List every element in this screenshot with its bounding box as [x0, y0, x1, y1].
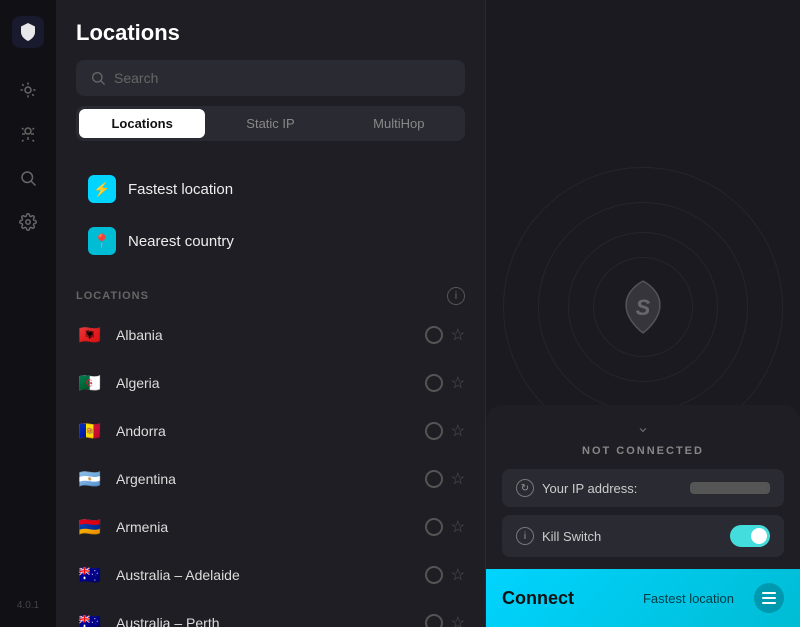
bolt-icon: ⚡: [88, 175, 116, 203]
row-actions: ☆: [425, 421, 465, 441]
favorite-star[interactable]: ☆: [451, 421, 465, 441]
right-panel: S ⌄ NOT CONNECTED ↻ Your IP address: i K…: [486, 0, 800, 627]
panel-header: Locations Locations Static IP MultiHop: [56, 0, 485, 153]
select-radio[interactable]: [425, 422, 443, 440]
favorite-star[interactable]: ☆: [451, 565, 465, 585]
country-row[interactable]: 🇦🇲 Armenia ☆: [64, 503, 477, 551]
favorite-star[interactable]: ☆: [451, 517, 465, 537]
country-name: Argentina: [116, 471, 413, 487]
country-name: Algeria: [116, 375, 413, 391]
select-radio[interactable]: [425, 374, 443, 392]
pin-icon: 📍: [88, 227, 116, 255]
country-row[interactable]: 🇦🇷 Argentina ☆: [64, 455, 477, 503]
country-flag: 🇦🇩: [76, 417, 104, 445]
kill-switch-left: i Kill Switch: [516, 527, 601, 545]
nearest-country-label: Nearest country: [128, 233, 234, 250]
row-actions: ☆: [425, 613, 465, 627]
info-icon[interactable]: i: [447, 287, 465, 305]
vpn-logo: S: [608, 272, 678, 342]
country-flag: 🇦🇺: [76, 609, 104, 627]
kill-switch-row: i Kill Switch: [502, 515, 784, 557]
row-actions: ☆: [425, 373, 465, 393]
connection-status: NOT CONNECTED: [486, 445, 800, 469]
row-actions: ☆: [425, 565, 465, 585]
menu-line-3: [762, 602, 776, 604]
section-label: LOCATIONS: [76, 290, 149, 302]
country-name: Armenia: [116, 519, 413, 535]
fastest-location-option[interactable]: ⚡ Fastest location: [76, 165, 465, 213]
country-flag: 🇦🇺: [76, 561, 104, 589]
row-actions: ☆: [425, 517, 465, 537]
country-flag: 🇦🇲: [76, 513, 104, 541]
select-radio[interactable]: [425, 470, 443, 488]
select-radio[interactable]: [425, 518, 443, 536]
connect-location-label: Fastest location: [643, 591, 734, 606]
ip-label: Your IP address:: [542, 481, 637, 496]
section-header: LOCATIONS i: [56, 277, 485, 311]
brightness-icon[interactable]: [10, 72, 46, 108]
ip-value-blurred: [690, 482, 770, 494]
favorite-star[interactable]: ☆: [451, 325, 465, 345]
tab-multihop[interactable]: MultiHop: [336, 109, 462, 138]
kill-switch-label: Kill Switch: [542, 529, 601, 544]
tab-bar: Locations Static IP MultiHop: [76, 106, 465, 141]
country-row[interactable]: 🇦🇺 Australia – Perth ☆: [64, 599, 477, 627]
search-bar[interactable]: [76, 60, 465, 96]
country-row[interactable]: 🇦🇩 Andorra ☆: [64, 407, 477, 455]
ip-info-left: ↻ Your IP address:: [516, 479, 637, 497]
bottom-panel: ⌄ NOT CONNECTED ↻ Your IP address: i Kil…: [486, 405, 800, 627]
country-flag: 🇦🇷: [76, 465, 104, 493]
ip-address-row: ↻ Your IP address:: [502, 469, 784, 507]
chevron-row[interactable]: ⌄: [486, 413, 800, 445]
country-name: Andorra: [116, 423, 413, 439]
search-input[interactable]: [114, 70, 451, 86]
search-icon: [90, 70, 106, 86]
nearest-country-option[interactable]: 📍 Nearest country: [76, 217, 465, 265]
favorite-star[interactable]: ☆: [451, 613, 465, 627]
select-radio[interactable]: [425, 566, 443, 584]
country-flag: 🇦🇱: [76, 321, 104, 349]
tab-locations[interactable]: Locations: [79, 109, 205, 138]
menu-line-1: [762, 592, 776, 594]
locations-section: LOCATIONS i 🇦🇱 Albania ☆ 🇩🇿 Algeria ☆ 🇦🇩…: [56, 277, 485, 627]
page-title: Locations: [76, 20, 465, 46]
connect-button-label: Connect: [502, 588, 631, 609]
connect-bar[interactable]: Connect Fastest location: [486, 569, 800, 627]
bug-icon[interactable]: [10, 116, 46, 152]
country-name: Australia – Adelaide: [116, 567, 413, 583]
country-name: Albania: [116, 327, 413, 343]
refresh-icon: ↻: [516, 479, 534, 497]
tab-static-ip[interactable]: Static IP: [207, 109, 333, 138]
favorite-star[interactable]: ☆: [451, 469, 465, 489]
app-logo: [12, 16, 44, 48]
country-row[interactable]: 🇩🇿 Algeria ☆: [64, 359, 477, 407]
fastest-location-label: Fastest location: [128, 181, 233, 198]
row-actions: ☆: [425, 325, 465, 345]
row-actions: ☆: [425, 469, 465, 489]
search-sidebar-icon[interactable]: [10, 160, 46, 196]
country-row[interactable]: 🇦🇱 Albania ☆: [64, 311, 477, 359]
menu-line-2: [762, 597, 776, 599]
svg-text:S: S: [636, 295, 651, 320]
kill-switch-toggle[interactable]: [730, 525, 770, 547]
quick-options: ⚡ Fastest location 📍 Nearest country: [56, 153, 485, 277]
left-panel: Locations Locations Static IP MultiHop ⚡…: [56, 0, 486, 627]
menu-icon[interactable]: [754, 583, 784, 613]
info-rows: ↻ Your IP address: i Kill Switch: [486, 469, 800, 569]
sidebar: 4.0.1: [0, 0, 56, 627]
country-row[interactable]: 🇦🇺 Australia – Adelaide ☆: [64, 551, 477, 599]
vpn-background: S: [608, 272, 678, 342]
app-version: 4.0.1: [17, 600, 39, 611]
select-radio[interactable]: [425, 614, 443, 627]
country-list: 🇦🇱 Albania ☆ 🇩🇿 Algeria ☆ 🇦🇩 Andorra ☆ 🇦…: [56, 311, 485, 627]
settings-icon[interactable]: [10, 204, 46, 240]
favorite-star[interactable]: ☆: [451, 373, 465, 393]
country-flag: 🇩🇿: [76, 369, 104, 397]
info-circle-icon: i: [516, 527, 534, 545]
select-radio[interactable]: [425, 326, 443, 344]
chevron-icon: ⌄: [636, 417, 649, 437]
country-name: Australia – Perth: [116, 615, 413, 627]
